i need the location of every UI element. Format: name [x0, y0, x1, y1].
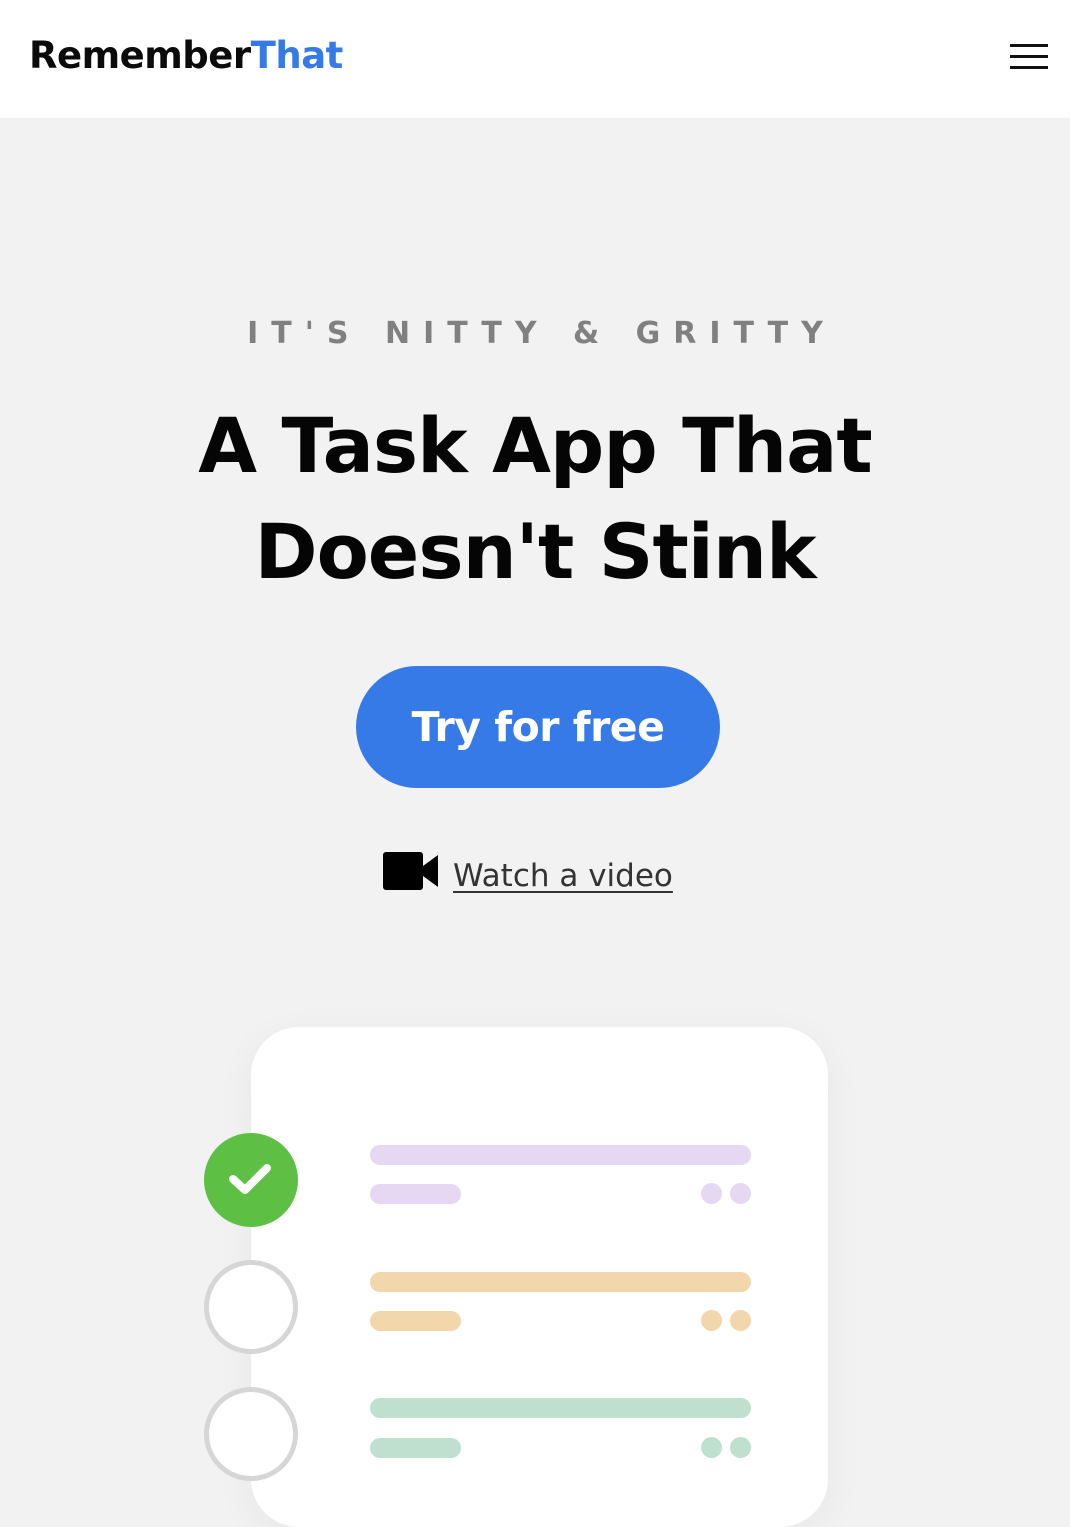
- hamburger-menu-icon[interactable]: [1004, 38, 1054, 76]
- menu-line: [1010, 44, 1048, 47]
- site-header: RememberThat: [0, 0, 1070, 118]
- task-title-placeholder: [370, 1398, 751, 1418]
- task-dot: [701, 1310, 722, 1331]
- watch-video-label: Watch a video: [453, 858, 673, 894]
- task-checkbox: [204, 1387, 298, 1481]
- task-dot: [701, 1183, 722, 1204]
- logo-accent: That: [250, 34, 344, 77]
- hero-eyebrow: IT'S NITTY & GRITTY: [247, 316, 836, 351]
- logo-primary: Remember: [29, 34, 251, 77]
- task-dot: [730, 1310, 751, 1331]
- task-dot: [701, 1437, 722, 1458]
- task-meta-placeholder: [370, 1438, 461, 1458]
- checkmark-icon: [229, 1164, 271, 1194]
- video-camera-icon: [383, 852, 438, 890]
- task-meta-placeholder: [370, 1311, 461, 1331]
- task-title-placeholder: [370, 1272, 751, 1292]
- task-dot: [730, 1437, 751, 1458]
- menu-line: [1010, 55, 1048, 58]
- task-meta-placeholder: [370, 1184, 461, 1204]
- hero-headline: A Task App That Doesn't Stink: [0, 393, 1070, 605]
- completed-task-checkbox: [204, 1133, 298, 1227]
- menu-line: [1010, 66, 1048, 69]
- headline-line-1: A Task App That: [198, 401, 872, 490]
- headline-line-2: Doesn't Stink: [254, 507, 816, 596]
- logo[interactable]: RememberThat: [29, 33, 343, 79]
- task-checkbox: [204, 1260, 298, 1354]
- task-title-placeholder: [370, 1145, 751, 1165]
- try-for-free-button[interactable]: Try for free: [356, 666, 720, 788]
- task-dot: [730, 1183, 751, 1204]
